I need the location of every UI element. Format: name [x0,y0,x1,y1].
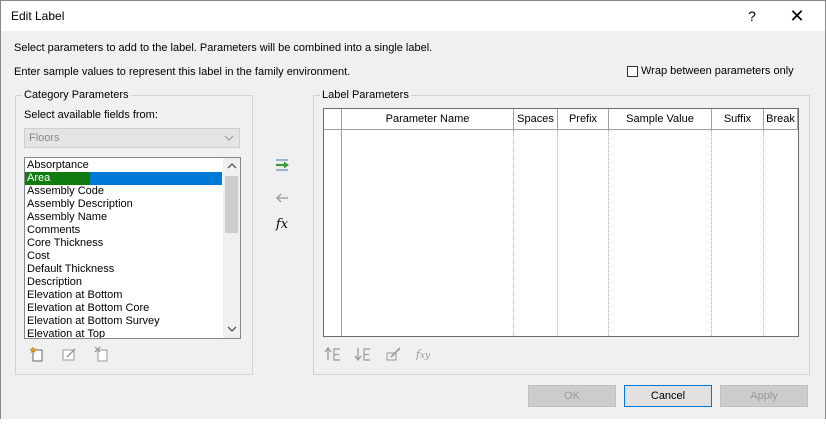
edit-formula-icon[interactable]: fxy [414,346,432,364]
list-item[interactable]: Elevation at Bottom Survey [25,315,222,328]
info-text-sample: Enter sample values to represent this la… [14,66,351,78]
new-parameter-icon[interactable] [28,346,46,364]
grid-divider [513,130,514,336]
ok-button[interactable]: OK [528,385,616,407]
row-header-column [324,109,342,336]
info-text-add: Select parameters to add to the label. P… [14,42,433,54]
formula-button[interactable]: fx [271,215,293,235]
label-parameters-label: Label Parameters [320,89,411,101]
available-fields-list[interactable]: Absorptance Area Assembly Code Assembly Des… [24,157,241,339]
list-item[interactable]: Assembly Name [25,211,222,224]
grid-divider [608,130,609,336]
label-parameters-group: Label Parameters Parameter Name Spaces P… [313,89,810,375]
move-down-icon[interactable] [354,346,372,364]
edit-label-parameter-icon[interactable] [384,346,402,364]
list-item[interactable]: Absorptance [25,159,222,172]
apply-button[interactable]: Apply [720,385,808,407]
list-item[interactable]: Core Thickness [25,237,222,250]
grid-corner [324,109,342,130]
list-item[interactable]: Area [25,172,222,185]
category-dropdown[interactable]: Floors [24,128,240,148]
cancel-button[interactable]: Cancel [624,385,712,407]
col-break[interactable]: Break [764,109,798,130]
list-item[interactable]: Assembly Description [25,198,222,211]
wrap-checkbox-label: Wrap between parameters only [641,65,794,77]
close-button[interactable]: ✕ [783,5,811,27]
list-item[interactable]: Assembly Code [25,185,222,198]
edit-label-dialog: Edit Label ? ✕ Select parameters to add … [0,0,826,420]
fields-scrollbar[interactable] [223,158,240,338]
delete-parameter-icon[interactable] [93,346,111,364]
scrollbar-thumb[interactable] [225,176,238,233]
list-item[interactable]: Comments [25,224,222,237]
help-button[interactable]: ? [738,5,766,27]
list-item[interactable]: Default Thickness [25,263,222,276]
list-item[interactable]: Description [25,276,222,289]
dialog-title: Edit Label [11,9,65,23]
col-prefix[interactable]: Prefix [558,109,609,130]
title-bar: Edit Label ? ✕ [1,1,825,31]
move-up-icon[interactable] [324,346,342,364]
scroll-up-icon[interactable] [223,158,240,175]
category-parameters-group: Category Parameters Select available fie… [15,89,253,375]
col-spaces[interactable]: Spaces [514,109,558,130]
grid-divider [763,130,764,336]
list-item[interactable]: Elevation at Bottom [25,289,222,302]
chevron-down-icon [222,129,236,154]
wrap-option[interactable]: Wrap between parameters only [627,65,794,77]
add-to-label-icon[interactable] [271,156,293,176]
label-parameters-grid[interactable]: Parameter Name Spaces Prefix Sample Valu… [323,108,799,337]
list-item[interactable]: Cost [25,250,222,263]
category-parameters-label: Category Parameters [22,89,131,101]
background-window-strip [0,419,826,424]
field-list-items: Absorptance Area Assembly Code Assembly Des… [25,159,222,338]
list-item[interactable]: Elevation at Bottom Core [25,302,222,315]
category-dropdown-value: Floors [29,132,60,144]
scroll-down-icon[interactable] [223,321,240,338]
remove-from-label-icon[interactable] [271,189,293,209]
edit-parameter-icon[interactable] [60,346,78,364]
col-parameter-name[interactable]: Parameter Name [342,109,514,130]
wrap-checkbox[interactable] [627,65,638,77]
col-suffix[interactable]: Suffix [712,109,764,130]
col-sample-value[interactable]: Sample Value [609,109,712,130]
list-item[interactable]: Elevation at Top [25,328,222,338]
select-fields-label: Select available fields from: [24,109,158,121]
grid-divider [557,130,558,336]
grid-divider [711,130,712,336]
